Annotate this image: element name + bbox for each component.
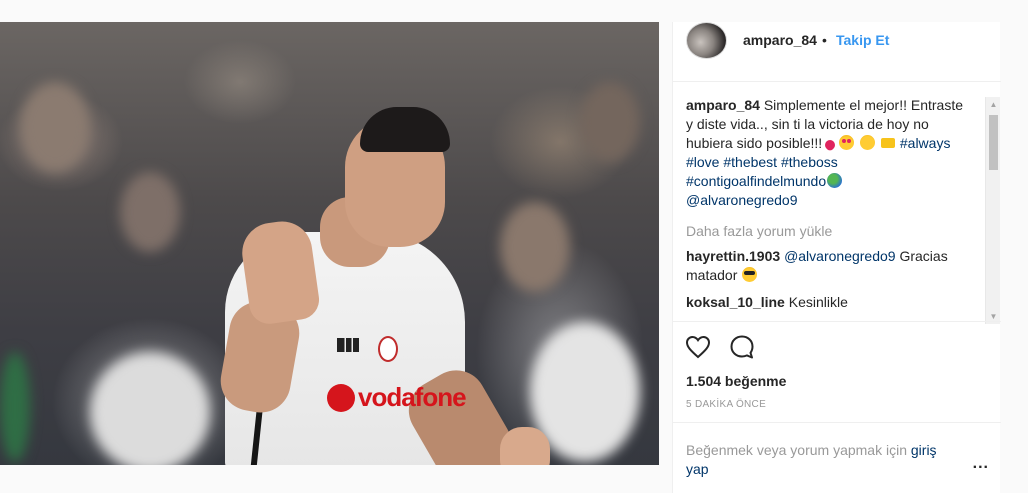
player-hair (360, 107, 450, 152)
sponsor-logo (327, 384, 355, 412)
scroll-thumb[interactable] (989, 115, 998, 170)
header-separator: • (822, 32, 827, 48)
likes-count[interactable]: 1.504 beğenme (686, 373, 786, 389)
comment-item: koksal_10_line Kesinlikle (686, 293, 971, 312)
crowd-blur (20, 82, 90, 172)
login-prompt-label: Beğenmek veya yorum yapmak için (686, 442, 907, 458)
comment-username[interactable]: hayrettin.1903 (686, 248, 780, 264)
brand-logo (337, 338, 359, 352)
caption-username[interactable]: amparo_84 (686, 97, 760, 113)
login-prompt-text: Beğenmek veya yorum yapmak için giriş ya… (686, 441, 956, 479)
hashtag-contigoalfindelmundo[interactable]: #contigoalfindelmundo (686, 173, 826, 189)
heart-eyes-emoji-icon (839, 135, 855, 150)
load-more-comments[interactable]: Daha fazla yorum yükle (686, 223, 971, 239)
comment-mention[interactable]: @alvaronegredo9 (784, 248, 896, 264)
avatar[interactable] (686, 22, 727, 59)
crowd-blur (0, 352, 30, 462)
post-timestamp: 5 DAKİKA ÖNCE (686, 399, 767, 410)
heart-icon-svg (685, 335, 711, 359)
heart-emoji-icon (823, 137, 838, 153)
hashtag-always[interactable]: #always (900, 135, 951, 151)
more-options-icon[interactable]: ... (973, 455, 989, 473)
caption: amparo_84 Simplemente el mejor!! Entrast… (686, 96, 971, 210)
crown-emoji-icon (880, 138, 895, 148)
sunglasses-emoji-icon (742, 267, 758, 282)
post-header: amparo_84 • Takip Et (673, 22, 1001, 82)
caption-mention[interactable]: @alvaronegredo9 (686, 192, 798, 208)
player-hand-right (500, 427, 550, 465)
club-crest (378, 336, 398, 362)
scroll-up-arrow-icon[interactable]: ▲ (986, 97, 1001, 112)
post-side-panel: amparo_84 • Takip Et amparo_84 Simplemen… (672, 22, 1001, 493)
comment-item: hayrettin.1903 @alvaronegredo9 Gracias m… (686, 247, 971, 285)
globe-emoji-icon (827, 173, 843, 188)
action-bar (673, 321, 1001, 381)
comment-text: Kesinlikle (788, 294, 848, 310)
comment-icon-svg (730, 335, 754, 359)
kiss-emoji-icon (860, 135, 876, 150)
header-username[interactable]: amparo_84 (743, 32, 817, 48)
post-photo[interactable]: vodafone (0, 22, 659, 465)
heart-icon[interactable] (683, 332, 713, 362)
sponsor-text: vodafone (358, 382, 467, 412)
crowd-blur (120, 172, 180, 252)
comments-scrollbar[interactable]: ▲ ▼ (985, 97, 1000, 324)
crowd-blur (580, 82, 640, 162)
follow-button[interactable]: Takip Et (836, 32, 889, 48)
login-prompt: Beğenmek veya yorum yapmak için giriş ya… (673, 422, 1001, 493)
comments-list: amparo_84 Simplemente el mejor!! Entrast… (673, 92, 1001, 320)
instagram-post: vodafone amparo_84 • Takip Et amparo_84 … (0, 0, 1028, 493)
comment-username[interactable]: koksal_10_line (686, 294, 785, 310)
comment-icon[interactable] (727, 332, 757, 362)
crowd-blur (90, 352, 210, 465)
crowd-blur (500, 202, 570, 292)
hashtags-line[interactable]: #love #thebest #theboss (686, 154, 838, 170)
